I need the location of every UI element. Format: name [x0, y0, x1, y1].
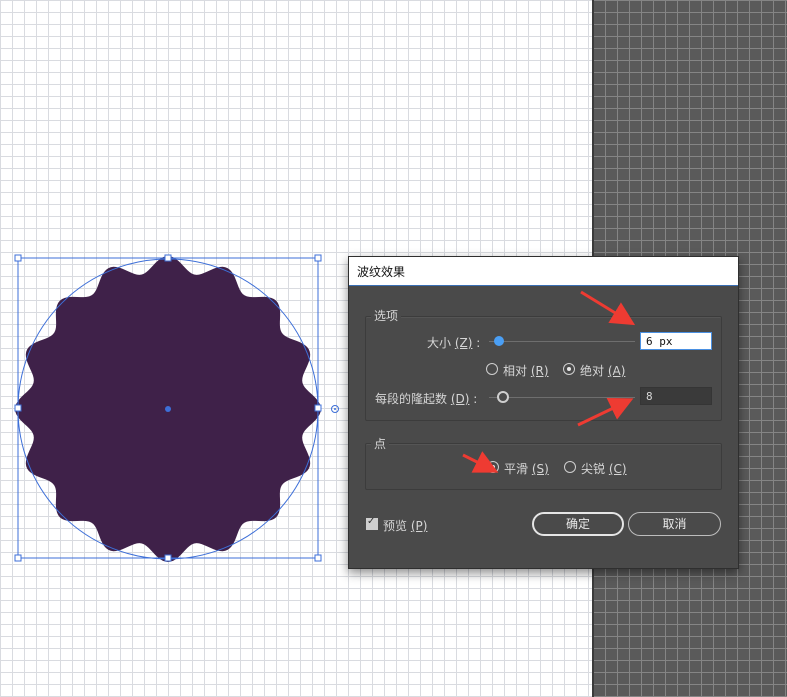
handle-middle-right[interactable]	[314, 404, 322, 412]
size-slider-knob[interactable]	[494, 336, 504, 346]
ridges-slider-knob[interactable]	[497, 391, 509, 403]
size-input[interactable]: 6 px	[640, 332, 712, 350]
dialog-titlebar[interactable]: 波纹效果	[349, 257, 738, 286]
handle-bottom-left[interactable]	[14, 554, 22, 562]
handle-bottom-right[interactable]	[314, 554, 322, 562]
corner-radio[interactable]	[564, 461, 576, 473]
dialog-title: 波纹效果	[357, 265, 406, 279]
preview-label[interactable]: 预览 (P)	[383, 517, 427, 534]
artwork-layer	[14, 254, 339, 562]
center-point[interactable]	[165, 406, 171, 412]
ok-button[interactable]: 确定	[532, 512, 624, 536]
handle-top-center[interactable]	[164, 254, 172, 262]
absolute-radio[interactable]	[563, 363, 575, 375]
size-label: 大小 (Z) :	[427, 336, 481, 350]
handle-top-left[interactable]	[14, 254, 22, 262]
relative-radio[interactable]	[486, 363, 498, 375]
zig-zag-dialog: 波纹效果 选项 大小 (Z) : 6 px 相对 (R) 绝对 (A) 每段的隆…	[348, 256, 739, 569]
smooth-radio[interactable]	[487, 461, 499, 473]
smooth-option-label[interactable]: 平滑 (S)	[504, 460, 549, 477]
handle-middle-left[interactable]	[14, 404, 22, 412]
ridges-label: 每段的隆起数 (D) :	[375, 392, 478, 406]
preview-checkbox[interactable]	[366, 516, 378, 530]
handle-bottom-center[interactable]	[164, 554, 172, 562]
corner-option-label[interactable]: 尖锐 (C)	[581, 460, 627, 477]
size-slider-track[interactable]	[489, 341, 635, 342]
relative-option-label[interactable]: 相对 (R)	[503, 362, 549, 379]
points-group-title: 点	[371, 435, 390, 452]
anchor-target-dot	[334, 408, 336, 410]
cancel-button[interactable]: 取消	[628, 512, 721, 536]
options-group-title: 选项	[371, 307, 402, 324]
handle-top-right[interactable]	[314, 254, 322, 262]
ridges-input[interactable]: 8	[640, 387, 712, 405]
absolute-option-label[interactable]: 绝对 (A)	[580, 362, 625, 379]
ridges-slider-track[interactable]	[489, 397, 635, 398]
